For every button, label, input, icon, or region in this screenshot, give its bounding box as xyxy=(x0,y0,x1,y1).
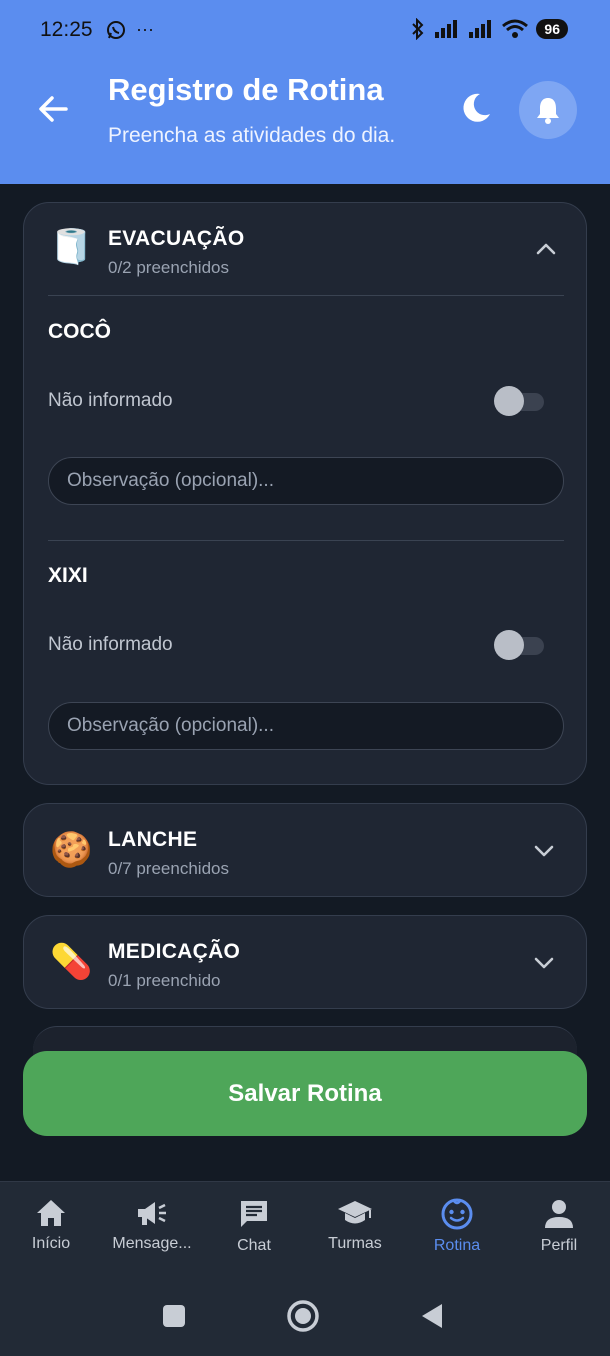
back-triangle-icon[interactable] xyxy=(420,1302,444,1330)
chat-icon xyxy=(241,1201,267,1227)
signal-icon-2 xyxy=(469,20,492,38)
section-card-lanche[interactable]: 🍪 LANCHE 0/7 preenchidos xyxy=(23,803,587,897)
recent-apps-icon[interactable] xyxy=(162,1304,186,1328)
page-subtitle: Preencha as atividades do dia. xyxy=(108,124,396,147)
status-time: 12:25 xyxy=(40,18,93,41)
home-circle-icon[interactable] xyxy=(286,1299,320,1333)
system-navigation-bar xyxy=(0,1276,610,1356)
toilet-paper-icon: 🧻 xyxy=(50,228,93,266)
toggle-knob xyxy=(494,386,524,416)
save-routine-button[interactable]: Salvar Rotina xyxy=(23,1051,587,1136)
toggle-label-coco: Não informado xyxy=(48,390,173,411)
toggle-label-xixi: Não informado xyxy=(48,634,173,655)
moon-icon[interactable] xyxy=(458,90,494,126)
graduation-cap-icon xyxy=(338,1201,372,1224)
nav-item-inicio[interactable]: Início xyxy=(0,1198,102,1253)
chevron-up-icon[interactable] xyxy=(534,237,558,261)
item-title-xixi: XIXI xyxy=(48,564,88,587)
status-notification-icons: ··· xyxy=(106,19,154,40)
toggle-switch-xixi[interactable] xyxy=(494,630,546,660)
section-count: 0/2 preenchidos xyxy=(108,258,229,277)
more-notifications-icon: ··· xyxy=(136,19,154,39)
battery-indicator: 96 xyxy=(536,19,568,39)
baby-face-icon xyxy=(441,1198,473,1230)
divider xyxy=(48,295,564,296)
app-header: 12:25 ··· 96 Registro de Rotina Preencha… xyxy=(0,0,610,184)
section-title: LANCHE xyxy=(108,828,198,851)
cookie-icon: 🍪 xyxy=(50,831,93,869)
nav-label: Mensage... xyxy=(112,1235,192,1252)
nav-item-rotina[interactable]: Rotina xyxy=(406,1198,508,1255)
section-count: 0/1 preenchido xyxy=(108,971,221,990)
wifi-icon xyxy=(502,19,529,38)
megaphone-icon xyxy=(138,1202,166,1225)
pill-icon: 💊 xyxy=(50,943,93,981)
person-icon xyxy=(545,1200,573,1228)
section-title: MEDICAÇÃO xyxy=(108,940,241,963)
section-card-medicacao[interactable]: 💊 MEDICAÇÃO 0/1 preenchido xyxy=(23,915,587,1009)
observation-input-coco[interactable] xyxy=(48,457,564,505)
bluetooth-icon xyxy=(412,18,424,40)
status-system-icons: 96 xyxy=(410,18,568,40)
status-bar: 12:25 ··· 96 xyxy=(0,0,610,60)
chevron-down-icon[interactable] xyxy=(532,951,556,975)
nav-item-perfil[interactable]: Perfil xyxy=(508,1198,610,1255)
section-title: EVACUAÇÃO xyxy=(108,227,245,250)
nav-label: Turmas xyxy=(328,1235,382,1252)
whatsapp-icon xyxy=(107,20,125,39)
section-header-evacuacao[interactable]: 🧻 EVACUAÇÃO 0/2 preenchidos xyxy=(24,203,588,295)
page-title: Registro de Rotina xyxy=(108,72,384,107)
signal-icon xyxy=(435,20,458,38)
chevron-down-icon[interactable] xyxy=(532,839,556,863)
nav-label: Perfil xyxy=(540,1237,578,1254)
toggle-switch-coco[interactable] xyxy=(494,386,546,416)
section-card-evacuacao: 🧻 EVACUAÇÃO 0/2 preenchidos COCÔ Não inf… xyxy=(23,202,587,785)
bell-icon xyxy=(537,98,559,124)
nav-item-turmas[interactable]: Turmas xyxy=(304,1198,406,1253)
notifications-button[interactable] xyxy=(519,81,577,139)
nav-item-mensagens[interactable]: Mensage... xyxy=(101,1198,203,1253)
nav-label: Rotina xyxy=(433,1237,481,1254)
back-arrow-icon[interactable] xyxy=(36,92,70,126)
nav-label: Início xyxy=(31,1235,71,1252)
section-count: 0/7 preenchidos xyxy=(108,859,229,878)
bottom-navigation: Início Mensage... Chat Turmas Rotina Per… xyxy=(0,1181,610,1276)
divider xyxy=(48,540,564,541)
item-title-coco: COCÔ xyxy=(48,320,111,343)
observation-input-xixi[interactable] xyxy=(48,702,564,750)
nav-label: Chat xyxy=(237,1237,271,1254)
nav-item-chat[interactable]: Chat xyxy=(203,1198,305,1255)
home-icon xyxy=(37,1200,65,1226)
toggle-knob xyxy=(494,630,524,660)
